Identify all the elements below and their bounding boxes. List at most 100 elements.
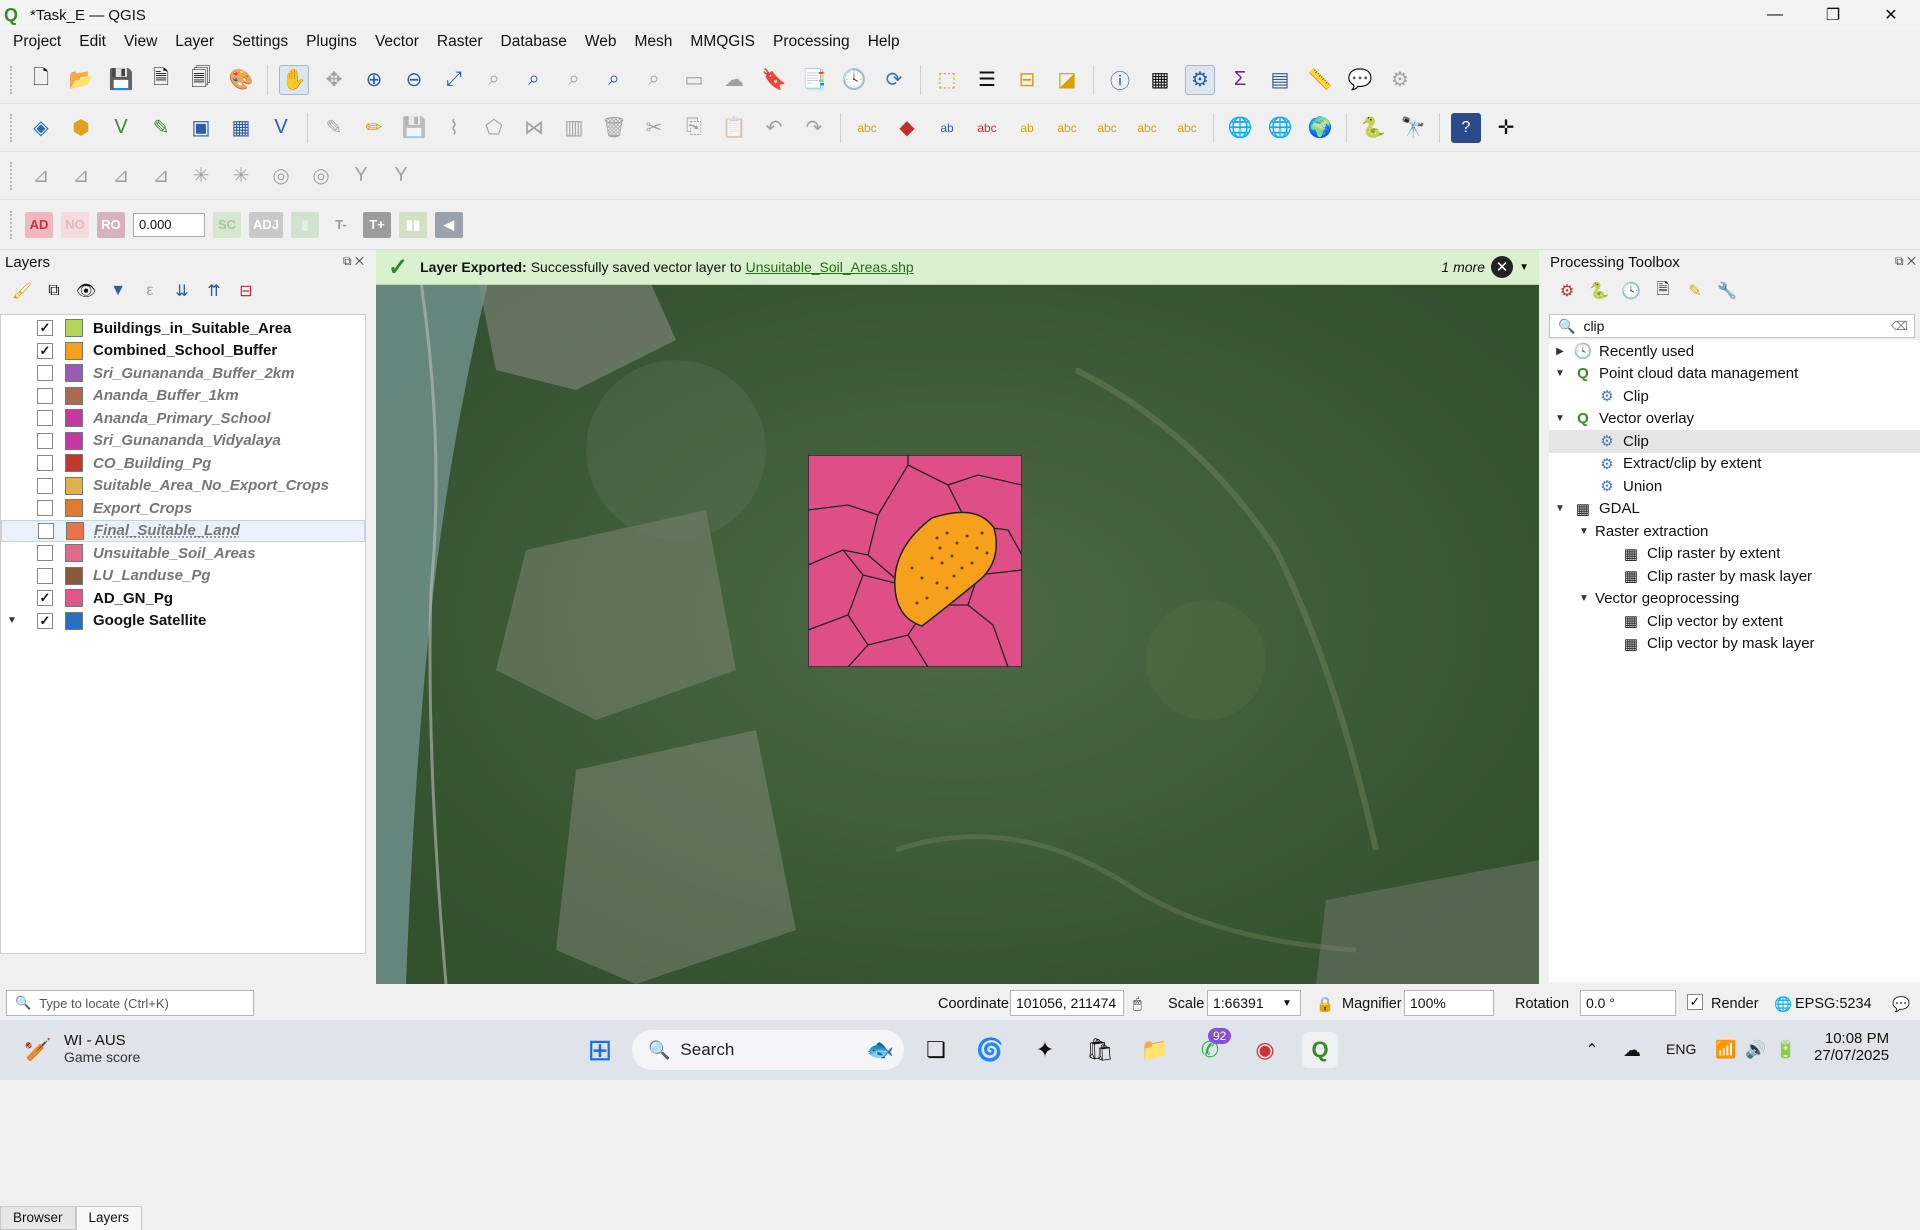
toolbox-tree-item[interactable]: ▼ Vector geoprocessing	[1549, 588, 1920, 611]
paste-features-icon[interactable]: 📋	[719, 113, 749, 143]
results-viewer-icon[interactable]: 🗎	[1651, 279, 1675, 303]
help-icon[interactable]: ?	[1451, 112, 1481, 143]
layer-symbol-swatch[interactable]	[65, 454, 83, 473]
shape-tool-1-icon[interactable]: ⊿	[26, 161, 56, 191]
tree-item-label[interactable]: Raster extraction	[1595, 523, 1708, 540]
file-explorer-icon[interactable]: 📁	[1137, 1032, 1173, 1068]
python-console-icon[interactable]: 🐍	[1358, 113, 1388, 143]
t-minus-button[interactable]: T-	[327, 212, 355, 238]
add-vector-layer-icon[interactable]: V	[106, 113, 136, 143]
layer-row[interactable]: CO_Building_Pg	[1, 452, 365, 475]
crosshair-icon[interactable]: ✛	[1491, 113, 1521, 143]
store-icon[interactable]: 🛍	[1082, 1032, 1118, 1068]
taskbar-search[interactable]: 🔍 Search 🐟	[632, 1030, 904, 1070]
new-map-view-icon[interactable]: ▭	[679, 65, 709, 95]
filter-expression-icon[interactable]: ε	[138, 279, 162, 303]
layer-visibility-checkbox[interactable]	[37, 432, 53, 449]
crs-label[interactable]: EPSG:5234	[1795, 996, 1872, 1012]
menu-edit[interactable]: Edit	[70, 33, 115, 51]
diagram-icon[interactable]: ◆	[892, 113, 922, 143]
layer-name[interactable]: Final_Suitable_Land	[94, 522, 240, 539]
zoom-in-icon[interactable]: ⊕	[359, 65, 389, 95]
edge-icon[interactable]: 🌀	[972, 1032, 1008, 1068]
menu-database[interactable]: Database	[492, 33, 576, 51]
chrome-icon[interactable]: ◉	[1247, 1032, 1283, 1068]
qgis-taskbar-icon[interactable]: Q	[1302, 1032, 1338, 1068]
statistics-icon[interactable]: Σ	[1225, 65, 1255, 95]
flag-button[interactable]: ▮	[291, 211, 320, 238]
menu-web[interactable]: Web	[576, 33, 626, 51]
new-geopackage-icon[interactable]: ⬢	[66, 113, 96, 143]
layer-name[interactable]: AD_GN_Pg	[93, 590, 173, 607]
layer-visibility-checkbox[interactable]	[37, 410, 53, 427]
toolbox-tree-item[interactable]: ⚙ Extract/clip by extent	[1549, 453, 1920, 476]
layer-row[interactable]: LU_Landuse_Pg	[1, 565, 365, 588]
zoom-last-icon[interactable]: ⌕	[599, 65, 629, 95]
clock-time[interactable]: 10:08 PM	[1814, 1030, 1889, 1047]
layer-name[interactable]: Sri_Gunananda_Buffer_2km	[93, 365, 294, 382]
new-3d-map-icon[interactable]: ☁	[719, 65, 749, 95]
layer-symbol-swatch[interactable]	[65, 566, 83, 585]
toolbox-tree-item[interactable]: ⚙ Clip	[1549, 430, 1920, 453]
settings-gear-icon[interactable]: ⚙	[1385, 65, 1415, 95]
binoculars-icon[interactable]: 🔭	[1398, 113, 1428, 143]
expand-all-icon[interactable]: ⇊	[170, 279, 194, 303]
layer-symbol-swatch[interactable]	[65, 431, 83, 450]
tree-item-label[interactable]: Clip	[1623, 388, 1649, 405]
messages-icon[interactable]: 💬	[1892, 996, 1910, 1013]
tree-expand-icon[interactable]: ▶	[1553, 346, 1567, 357]
cricket-widget-icon[interactable]: 🏏	[20, 1032, 56, 1068]
layout-manager-icon[interactable]: 🗐	[186, 65, 216, 95]
layer-visibility-checkbox[interactable]: ✓	[37, 612, 53, 629]
layer-row[interactable]: Ananda_Buffer_1km	[1, 385, 365, 408]
tree-item-label[interactable]: Recently used	[1599, 343, 1694, 360]
layer-visibility-checkbox[interactable]: ✓	[37, 320, 53, 337]
shape-tool-6-icon[interactable]: ✳	[226, 161, 256, 191]
sc-button[interactable]: SC	[213, 211, 241, 238]
deselect-all-icon[interactable]: ⊟	[1012, 65, 1042, 95]
message-dropdown-icon[interactable]: ▼	[1519, 262, 1529, 273]
tab-browser[interactable]: Browser	[0, 1206, 76, 1230]
menu-plugins[interactable]: Plugins	[297, 33, 366, 51]
minimize-button[interactable]: —	[1746, 0, 1804, 30]
close-message-icon[interactable]: ✕	[1491, 256, 1513, 278]
globe-search-icon[interactable]: 🌐	[1265, 113, 1295, 143]
shape-tool-8-icon[interactable]: ◎	[306, 161, 336, 191]
redo-icon[interactable]: ↷	[799, 113, 829, 143]
menu-settings[interactable]: Settings	[223, 33, 297, 51]
toolbox-tree-item[interactable]: ▼ ▦ GDAL	[1549, 498, 1920, 521]
show-bookmarks-icon[interactable]: 📑	[799, 65, 829, 95]
layer-symbol-swatch[interactable]	[65, 476, 83, 495]
tree-item-label[interactable]: Point cloud data management	[1599, 365, 1798, 382]
layer-symbol-swatch[interactable]	[65, 499, 83, 518]
crs-globe-icon[interactable]: 🌐	[1774, 996, 1792, 1013]
rotation-field[interactable]: 0.0 °	[1580, 990, 1676, 1016]
layer-name[interactable]: Unsuitable_Soil_Areas	[93, 545, 256, 562]
menu-vector[interactable]: Vector	[366, 33, 428, 51]
tree-item-label[interactable]: Vector overlay	[1599, 410, 1694, 427]
globe-plus-icon[interactable]: 🌐	[1225, 113, 1255, 143]
cut-features-icon[interactable]: ✂	[639, 113, 669, 143]
edit-features-inplace-icon[interactable]: ✎	[1683, 279, 1707, 303]
toolbox-tree-item[interactable]: ▼ Q Vector overlay	[1549, 408, 1920, 431]
layer-symbol-swatch[interactable]	[65, 611, 83, 630]
value-spinbox[interactable]: 0.000	[133, 212, 205, 237]
taskbar-search-label[interactable]: Search	[680, 1040, 734, 1060]
task-view-icon[interactable]: ❏	[918, 1032, 954, 1068]
tree-item-label[interactable]: Clip	[1623, 433, 1649, 450]
layer-visibility-checkbox[interactable]: ✓	[37, 342, 53, 359]
layer-name[interactable]: Sri_Gunananda_Vidyalaya	[93, 432, 281, 449]
shape-tool-2-icon[interactable]: ⊿	[66, 161, 96, 191]
zoom-native-icon[interactable]: ⌕	[559, 65, 589, 95]
layer-symbol-swatch[interactable]	[65, 364, 83, 383]
tree-item-label[interactable]: Clip raster by extent	[1647, 545, 1780, 562]
menu-mesh[interactable]: Mesh	[626, 33, 682, 51]
layer-symbol-swatch[interactable]	[65, 386, 83, 405]
coordinate-toggle-icon[interactable]: 🖱	[1133, 996, 1142, 1012]
widget-title[interactable]: WI - AUS	[64, 1032, 140, 1049]
move-label-icon[interactable]: abc	[1092, 113, 1122, 143]
add-group-icon[interactable]: ⧉	[42, 279, 66, 303]
menu-project[interactable]: Project	[4, 33, 70, 51]
open-attribute-table-icon[interactable]: ▦	[1145, 65, 1175, 95]
layer-row[interactable]: ✓ Buildings_in_Suitable_Area	[1, 317, 365, 340]
